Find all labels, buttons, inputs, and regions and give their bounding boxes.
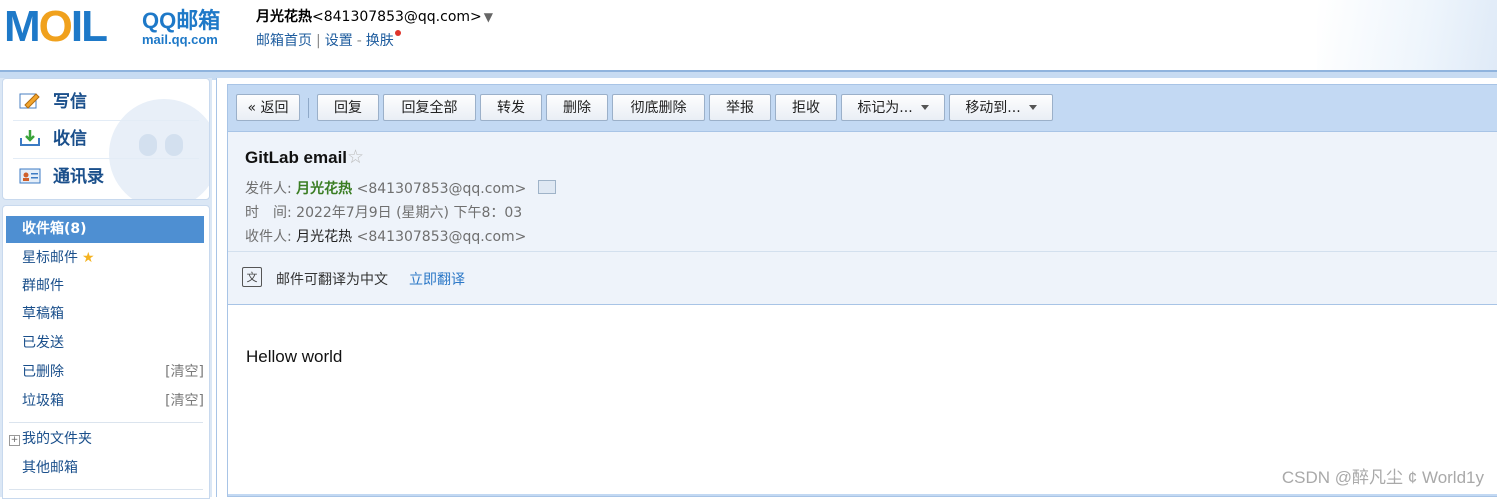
mailbox-home-link[interactable]: 邮箱首页 bbox=[256, 33, 312, 49]
folder-list: 收件箱(8) 星标邮件 ★ 群邮件 草稿箱 已发送 已删除 [清空] 垃圾箱 [清空]… bbox=[2, 205, 210, 499]
compose-label: 写信 bbox=[53, 92, 87, 112]
change-skin-link[interactable]: 换肤 bbox=[366, 33, 394, 49]
folder-label: 我的文件夹 bbox=[22, 431, 92, 447]
penguin-watermark bbox=[109, 99, 209, 199]
mail-header: GitLab email☆ 发件人: 月光花热 <841307853@qq.co… bbox=[228, 132, 1497, 252]
folder-sent[interactable]: 已发送 bbox=[6, 330, 204, 357]
clear-spam-link[interactable]: [清空] bbox=[165, 388, 204, 415]
star-toggle-icon[interactable]: ☆ bbox=[347, 147, 364, 168]
bottom-border bbox=[228, 494, 1497, 496]
account-name: 月光花热 bbox=[256, 9, 312, 25]
account-dropdown-icon[interactable]: ▼ bbox=[484, 10, 493, 24]
chevron-down-icon bbox=[920, 105, 929, 110]
reply-button[interactable]: 回复 bbox=[317, 94, 379, 121]
folder-label: 已删除 bbox=[22, 364, 64, 380]
receive-button[interactable]: 收信 bbox=[19, 121, 87, 157]
to-label: 收件人: bbox=[245, 229, 292, 245]
folder-label: 收件箱(8) bbox=[22, 221, 87, 237]
folder-deleted[interactable]: 已删除 [清空] bbox=[6, 359, 204, 386]
folder-divider bbox=[9, 489, 203, 490]
back-button[interactable]: « 返回 bbox=[236, 94, 300, 121]
folder-divider bbox=[9, 422, 203, 423]
translate-bar: 文 邮件可翻译为中文 立即翻译 bbox=[228, 252, 1497, 305]
settings-link[interactable]: 设置 bbox=[325, 33, 353, 49]
logo-moil: MOIL bbox=[4, 2, 108, 51]
header-decoration bbox=[1317, 0, 1497, 70]
receive-label: 收信 bbox=[53, 129, 87, 149]
time-value: 2022年7月9日 (星期六) 下午8：03 bbox=[296, 205, 523, 221]
clear-deleted-link[interactable]: [清空] bbox=[165, 359, 204, 386]
toolbar-separator bbox=[308, 98, 309, 118]
move-to-dropdown[interactable]: 移动到... bbox=[949, 94, 1053, 121]
notification-dot bbox=[394, 30, 401, 36]
to-line: 收件人: 月光花热 <841307853@qq.com> bbox=[245, 226, 526, 246]
logo-brand: QQ邮箱 bbox=[142, 8, 221, 33]
folder-label: 其他邮箱 bbox=[22, 460, 78, 476]
folder-other-mailboxes[interactable]: 其他邮箱 bbox=[6, 455, 204, 482]
folder-label: 已发送 bbox=[22, 335, 64, 351]
quick-actions: 写信 收信 通讯录 bbox=[2, 78, 210, 200]
contacts-label: 通讯录 bbox=[53, 167, 104, 187]
translate-hint: 邮件可翻译为中文 bbox=[276, 272, 388, 288]
forward-button[interactable]: 转发 bbox=[480, 94, 542, 121]
qq-mail-logo[interactable]: MOIL QQ邮箱 mail.qq.com bbox=[4, 4, 236, 50]
sidebar: 写信 收信 通讯录 收件箱(8) 星标邮件 ★ 群邮件 草稿箱 已发送 已删除 [清… bbox=[0, 78, 212, 499]
folder-drafts[interactable]: 草稿箱 bbox=[6, 301, 204, 328]
account-info[interactable]: 月光花热<841307853@qq.com> ▼ bbox=[256, 6, 493, 26]
folder-inbox[interactable]: 收件箱(8) bbox=[6, 216, 204, 243]
delete-button[interactable]: 删除 bbox=[546, 94, 608, 121]
expand-icon[interactable]: + bbox=[9, 435, 20, 446]
account-email: <841307853@qq.com> bbox=[312, 9, 482, 25]
folder-group[interactable]: 群邮件 bbox=[6, 273, 204, 300]
mail-subject: GitLab email☆ bbox=[245, 146, 364, 169]
report-button[interactable]: 举报 bbox=[709, 94, 771, 121]
folder-label: 星标邮件 bbox=[22, 250, 78, 266]
contact-card-icon bbox=[19, 162, 41, 184]
translate-now-link[interactable]: 立即翻译 bbox=[409, 269, 465, 289]
app-header: MOIL QQ邮箱 mail.qq.com 月光花热<841307853@qq.… bbox=[0, 0, 1497, 70]
folder-label: 垃圾箱 bbox=[22, 393, 64, 409]
main-pane: « 返回 回复 回复全部 转发 删除 彻底删除 举报 拒收 标记为... 移动到… bbox=[216, 78, 1497, 497]
mail-reader: « 返回 回复 回复全部 转发 删除 彻底删除 举报 拒收 标记为... 移动到… bbox=[227, 84, 1497, 497]
compose-button[interactable]: 写信 bbox=[19, 84, 87, 120]
folder-starred[interactable]: 星标邮件 ★ bbox=[6, 245, 204, 272]
subject-text: GitLab email bbox=[245, 148, 348, 167]
folder-my-folders[interactable]: + 我的文件夹 bbox=[6, 426, 204, 453]
mail-body: Hellow world bbox=[246, 347, 343, 366]
sender-email: <841307853@qq.com> bbox=[356, 181, 527, 197]
time-line: 时 间: 2022年7月9日 (星期六) 下午8：03 bbox=[245, 202, 522, 222]
star-icon: ★ bbox=[82, 250, 95, 266]
chevron-down-icon bbox=[1028, 105, 1037, 110]
pencil-icon bbox=[19, 87, 41, 109]
recipient-email: <841307853@qq.com> bbox=[356, 229, 527, 245]
folder-spam[interactable]: 垃圾箱 [清空] bbox=[6, 388, 204, 415]
mark-as-dropdown[interactable]: 标记为... bbox=[841, 94, 945, 121]
contacts-button[interactable]: 通讯录 bbox=[19, 159, 104, 195]
folder-label: 草稿箱 bbox=[22, 306, 64, 322]
time-label: 时 间: bbox=[245, 205, 292, 221]
reply-all-button[interactable]: 回复全部 bbox=[383, 94, 476, 121]
delete-permanently-button[interactable]: 彻底删除 bbox=[612, 94, 705, 121]
recipient-name[interactable]: 月光花热 bbox=[296, 229, 352, 245]
folder-label: 群邮件 bbox=[22, 278, 64, 294]
inbox-download-icon bbox=[19, 124, 41, 146]
mail-toolbar: « 返回 回复 回复全部 转发 删除 彻底删除 举报 拒收 标记为... 移动到… bbox=[228, 85, 1497, 132]
from-line: 发件人: 月光花热 <841307853@qq.com> bbox=[245, 178, 557, 198]
logo-domain: mail.qq.com bbox=[142, 32, 218, 47]
top-links: 邮箱首页 | 设置 - 换肤 bbox=[256, 30, 401, 50]
mark-as-label: 标记为... bbox=[857, 100, 913, 116]
from-label: 发件人: bbox=[245, 181, 292, 197]
csdn-watermark: CSDN @醉凡尘 ¢ World1y bbox=[1281, 468, 1484, 487]
add-contact-icon[interactable] bbox=[538, 180, 557, 194]
sender-name[interactable]: 月光花热 bbox=[296, 181, 352, 197]
move-to-label: 移动到... bbox=[965, 100, 1021, 116]
reject-button[interactable]: 拒收 bbox=[775, 94, 837, 121]
translate-icon: 文 bbox=[242, 267, 262, 287]
